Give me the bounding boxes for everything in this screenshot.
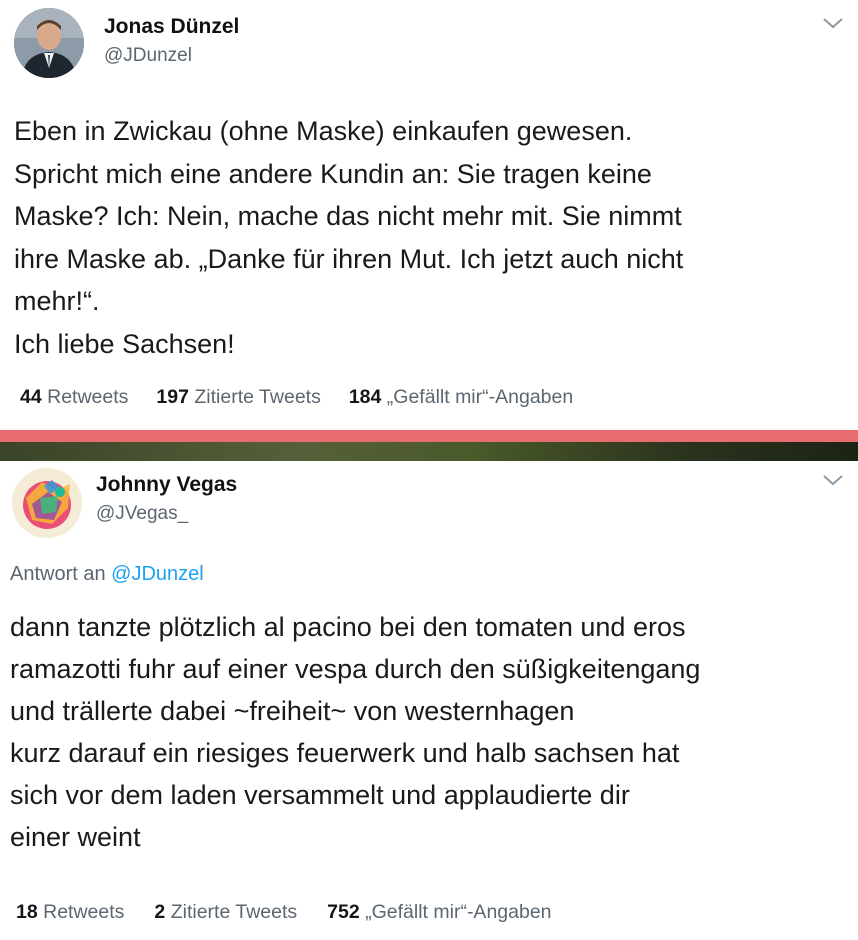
likes-label: „Gefällt mir“-Angaben bbox=[365, 901, 552, 923]
author-name[interactable]: Johnny Vegas bbox=[96, 473, 237, 497]
retweets-stat[interactable]: 18 Retweets bbox=[16, 901, 124, 924]
likes-stat[interactable]: 752 „Gefällt mir“-Angaben bbox=[327, 901, 551, 924]
colorful-avatar-icon bbox=[12, 468, 82, 538]
tweet-stats: 44 Retweets 197 Zitierte Tweets 184 „Gef… bbox=[20, 386, 573, 409]
author-handle[interactable]: @JVegas_ bbox=[96, 503, 188, 525]
screenshot-divider bbox=[0, 430, 858, 461]
tweet-card: Johnny Vegas @JVegas_ Antwort an @JDunze… bbox=[0, 461, 858, 940]
reply-prefix: Antwort an bbox=[10, 563, 106, 585]
chevron-down-icon[interactable] bbox=[820, 471, 846, 491]
tweet-card: Jonas Dünzel @JDunzel Eben in Zwickau (o… bbox=[0, 0, 858, 430]
quotes-stat[interactable]: 197 Zitierte Tweets bbox=[156, 386, 320, 409]
divider-strip bbox=[0, 430, 858, 442]
quotes-count: 2 bbox=[154, 901, 166, 923]
author-handle[interactable]: @JDunzel bbox=[104, 45, 192, 67]
retweets-stat[interactable]: 44 Retweets bbox=[20, 386, 128, 409]
reply-context: Antwort an @JDunzel bbox=[10, 563, 204, 586]
divider-band bbox=[0, 442, 858, 461]
quotes-label: Zitierte Tweets bbox=[170, 901, 298, 923]
quotes-count: 197 bbox=[156, 386, 189, 408]
author-name[interactable]: Jonas Dünzel bbox=[104, 15, 239, 39]
chevron-down-icon[interactable] bbox=[820, 14, 846, 34]
tweet-stats: 18 Retweets 2 Zitierte Tweets 752 „Gefäl… bbox=[16, 901, 552, 924]
likes-count: 184 bbox=[348, 386, 382, 408]
reply-mention-link[interactable]: @JDunzel bbox=[111, 563, 204, 585]
tweet-text: Eben in Zwickau (ohne Maske) einkaufen g… bbox=[14, 116, 684, 359]
retweets-label: Retweets bbox=[43, 901, 125, 923]
avatar[interactable] bbox=[14, 8, 84, 78]
tweet-text: dann tanzte plötzlich al pacino bei den … bbox=[10, 612, 701, 852]
avatar[interactable] bbox=[12, 468, 82, 538]
quotes-stat[interactable]: 2 Zitierte Tweets bbox=[154, 901, 297, 924]
likes-stat[interactable]: 184 „Gefällt mir“-Angaben bbox=[349, 386, 573, 409]
quotes-label: Zitierte Tweets bbox=[194, 386, 321, 408]
retweets-count: 44 bbox=[20, 386, 42, 408]
retweets-count: 18 bbox=[16, 901, 38, 923]
retweets-label: Retweets bbox=[47, 386, 129, 408]
likes-count: 752 bbox=[327, 901, 360, 923]
likes-label: „Gefällt mir“-Angaben bbox=[386, 386, 574, 408]
person-avatar-icon bbox=[14, 8, 84, 78]
